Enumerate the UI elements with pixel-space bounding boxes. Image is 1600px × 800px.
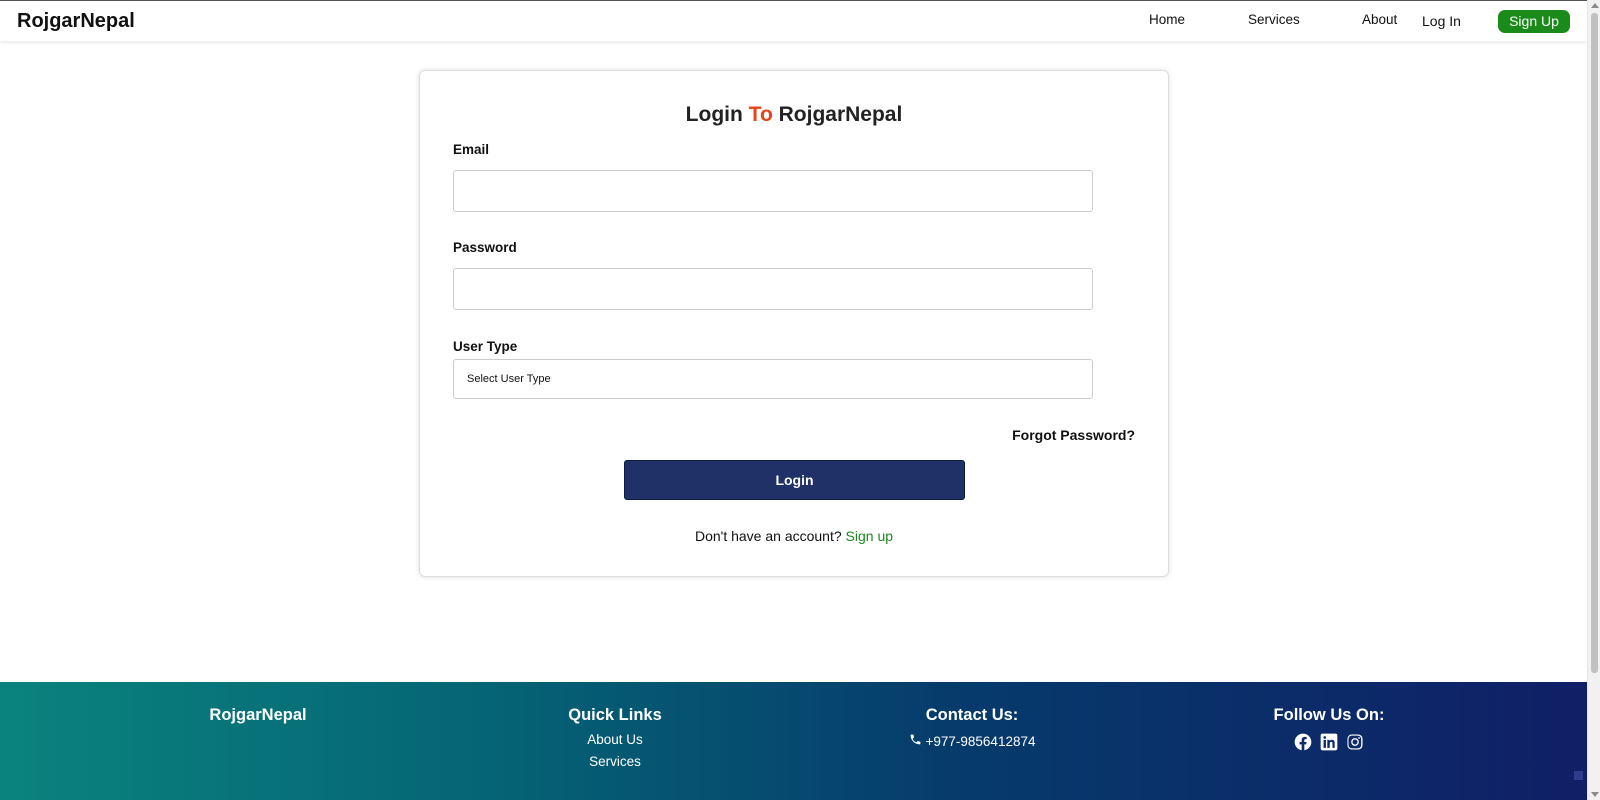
scroll-up-icon[interactable] <box>1591 3 1599 8</box>
phone-number: +977-9856412874 <box>925 733 1036 749</box>
signup-link[interactable]: Sign up <box>846 528 893 544</box>
login-button[interactable]: Login <box>624 460 965 500</box>
signup-prompt: Don't have an account? Sign up <box>420 528 1168 544</box>
contact-heading: Contact Us: <box>925 706 1019 724</box>
follow-heading: Follow Us On: <box>1273 706 1385 724</box>
login-title-accent: To <box>748 103 773 126</box>
nav-home-link[interactable]: Home <box>1149 12 1185 27</box>
site-footer: RojgarNepal Quick Links About Us Service… <box>0 682 1587 800</box>
corner-widget-icon <box>1574 771 1583 780</box>
forgot-password-link[interactable]: Forgot Password? <box>1012 427 1135 443</box>
scroll-down-icon[interactable] <box>1591 792 1599 797</box>
footer-contact: Contact Us: +977-9856412874 <box>822 706 1122 751</box>
phone-icon <box>909 733 922 749</box>
login-title: Login To RojgarNepal <box>420 103 1168 127</box>
footer-brand: RojgarNepal <box>209 706 307 724</box>
quick-links-heading: Quick Links <box>568 706 662 724</box>
nav-signup-button[interactable]: Sign Up <box>1498 10 1570 33</box>
linkedin-icon[interactable] <box>1319 732 1339 752</box>
brand-logo-text[interactable]: RojgarNepal <box>17 10 135 33</box>
nav-about-link[interactable]: About <box>1362 12 1397 27</box>
footer-follow: Follow Us On: <box>1179 706 1479 752</box>
scroll-thumb[interactable] <box>1591 13 1598 673</box>
page-scrollbar[interactable] <box>1587 0 1600 800</box>
user-type-select[interactable]: Select User Type <box>453 359 1093 399</box>
password-label: Password <box>453 240 517 255</box>
password-input[interactable] <box>453 268 1093 310</box>
user-type-label: User Type <box>453 339 518 354</box>
social-icons <box>1179 732 1479 752</box>
instagram-icon[interactable] <box>1345 732 1365 752</box>
top-navbar: RojgarNepal Home Services About Log In S… <box>0 0 1587 41</box>
phone-row: +977-9856412874 <box>909 733 1036 749</box>
email-input[interactable] <box>453 170 1093 212</box>
nav-services-link[interactable]: Services <box>1248 12 1300 27</box>
facebook-icon[interactable] <box>1293 732 1313 752</box>
email-label: Email <box>453 142 490 157</box>
no-account-text: Don't have an account? <box>694 528 842 544</box>
footer-brand-column: RojgarNepal <box>108 706 408 725</box>
footer-link-services[interactable]: Services <box>465 754 765 769</box>
nav-login-link[interactable]: Log In <box>1422 13 1461 29</box>
login-title-part2: RojgarNepal <box>778 103 903 126</box>
footer-link-about-us[interactable]: About Us <box>465 732 765 747</box>
login-card: Login To RojgarNepal Email Password User… <box>419 70 1169 577</box>
login-title-part1: Login <box>685 103 743 126</box>
footer-quick-links: Quick Links About Us Services <box>465 706 765 769</box>
